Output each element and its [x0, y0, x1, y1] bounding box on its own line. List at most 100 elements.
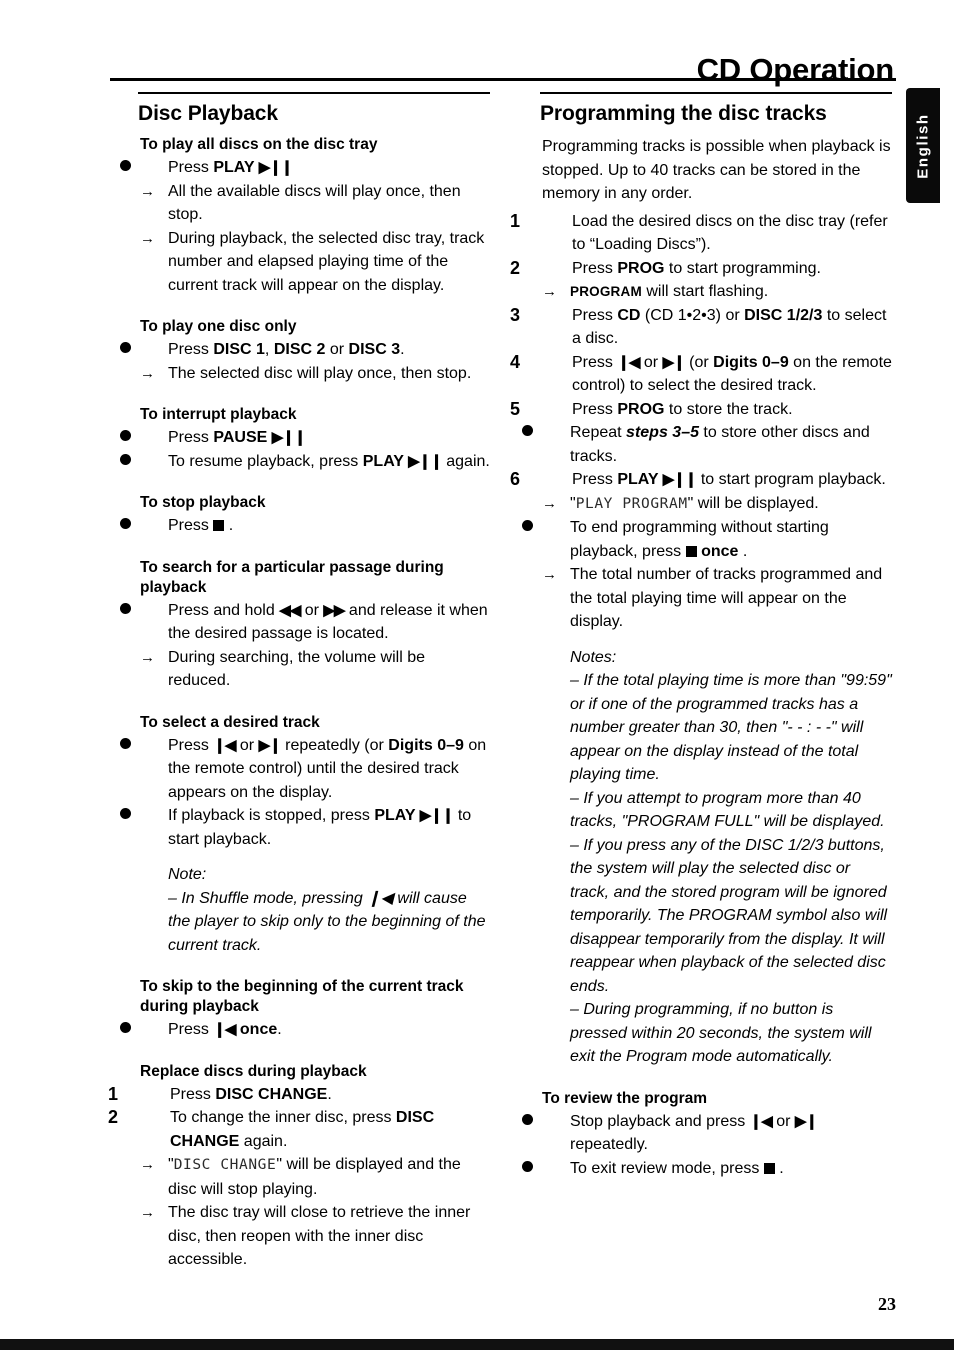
- button-name: PROG: [617, 400, 665, 418]
- bullet-icon: [540, 1157, 564, 1181]
- lcd-display-text: DISC CHANGE: [173, 1157, 277, 1173]
- bullet-icon: [138, 338, 162, 362]
- numbered-step: 2 Press PROG to start programming.: [510, 257, 892, 281]
- note-item: – If you attempt to program more than 40…: [570, 789, 885, 831]
- transport-icon: ▶❙❙: [662, 471, 698, 488]
- result-line: → The disc tray will close to retrieve th…: [138, 1201, 490, 1272]
- right-column-divider: [540, 92, 892, 94]
- program-indicator-label: PROGRAM: [570, 284, 642, 299]
- step-number: 2: [108, 1107, 119, 1127]
- bullet-step: Repeat steps 3–5 to store other discs an…: [540, 421, 892, 468]
- numbered-step: 1 Press DISC CHANGE.: [108, 1083, 490, 1107]
- button-name: PLAY: [617, 471, 663, 488]
- bullet-step: If playback is stopped, press PLAY ▶❙❙ t…: [138, 804, 490, 851]
- button-name: once: [239, 1021, 278, 1038]
- right-column-intro: Programming tracks is possible when play…: [542, 138, 891, 202]
- arrow-icon: →: [542, 283, 557, 300]
- transport-icon: ❙◀: [749, 1112, 773, 1130]
- step-number: 6: [510, 469, 521, 489]
- bullet-step: Press ❙◀ or ▶❙ repeatedly (or Digits 0–9…: [138, 734, 490, 805]
- transport-icon: ❙◀: [213, 1021, 236, 1038]
- arrow-icon: →: [140, 1156, 155, 1173]
- result-line: → During searching, the volume will be re…: [138, 646, 490, 693]
- numbered-step: 4 Press ❙◀ or ▶❙ (or Digits 0–9 on the re…: [510, 351, 892, 395]
- block-subheading: To review the program: [542, 1089, 708, 1107]
- numbered-step: 3 Press CD (CD 1•2•3) or DISC 1/2/3 to se…: [510, 304, 887, 348]
- bullet-step: Press .: [138, 514, 490, 538]
- bullet-step: Press and hold ◀◀ or ▶▶ and release it w…: [138, 599, 490, 646]
- transport-icon: ▶❙❙: [419, 807, 455, 824]
- bullet-icon: [138, 514, 162, 538]
- arrow-icon: →: [140, 182, 155, 200]
- page-number: 23: [878, 1294, 896, 1314]
- instruction-block: To stop playback Press .: [138, 473, 490, 538]
- page-title: CD Operation: [696, 51, 895, 87]
- button-name: PROG: [617, 259, 665, 277]
- bullet-step: Press PAUSE ▶❙❙: [138, 426, 490, 450]
- notes-heading: Notes:: [570, 648, 617, 666]
- button-name: Digits 0–9: [713, 353, 789, 371]
- result-line: → "DISC CHANGE" will be displayed and the…: [138, 1153, 490, 1201]
- bullet-icon: [138, 156, 162, 180]
- transport-icon: ❙◀: [617, 353, 640, 371]
- right-column-heading: Programming the disc tracks: [540, 102, 827, 125]
- footer-bar: [0, 1339, 954, 1350]
- note-item: – If the total playing time is more than…: [570, 672, 892, 783]
- numbered-step: 1 Load the desired discs on the disc tray…: [510, 210, 888, 254]
- arrow-icon: →: [140, 1204, 155, 1221]
- transport-icon: ◀◀: [279, 601, 301, 619]
- bullet-step: Press ❙◀ once.: [138, 1018, 490, 1042]
- title-divider: [110, 78, 896, 81]
- block-subheading: To interrupt playback: [140, 406, 297, 423]
- result-line: → The total number of tracks programmed a…: [540, 563, 892, 634]
- manual-page: CD Operation English Disc Playback To pl…: [0, 0, 954, 1353]
- step-number: 1: [108, 1083, 119, 1104]
- note-item: – In Shuffle mode, pressing ❙◀ will caus…: [168, 889, 486, 954]
- transport-icon: ▶❙: [662, 353, 686, 371]
- bullet-step: To resume playback, press PLAY ▶❙❙ again…: [138, 450, 490, 474]
- language-tab: English: [906, 88, 940, 203]
- emphasis-text: steps 3–5: [626, 424, 699, 441]
- block-subheading: To search for a particular passage durin…: [140, 558, 444, 596]
- right-column-body: 1 Load the desired discs on the disc tray…: [510, 210, 892, 1181]
- button-name: PLAY: [362, 452, 409, 470]
- arrow-icon: →: [542, 566, 557, 583]
- button-name: PLAY: [374, 807, 420, 824]
- stop-icon: [213, 520, 225, 531]
- transport-icon: ▶❙: [258, 736, 282, 754]
- numbered-step: 6 Press PLAY ▶❙❙ to start program playbac…: [510, 468, 892, 492]
- step-number: 4: [510, 351, 521, 372]
- bullet-icon: [540, 516, 564, 540]
- bullet-step: Stop playback and press ❙◀ or ▶❙ repeate…: [540, 1110, 892, 1157]
- note-spacer: [540, 634, 892, 646]
- button-name: once: [701, 542, 739, 560]
- instruction-block: To review the program Stop playback and p…: [540, 1069, 892, 1181]
- bullet-icon: [540, 1110, 564, 1134]
- note-spacer: [138, 851, 490, 863]
- result-line: → During playback, the selected disc tray…: [138, 227, 490, 298]
- button-name: DISC CHANGE: [170, 1109, 435, 1150]
- instruction-block: To select a desired track Press ❙◀ or ▶❙ …: [138, 693, 490, 958]
- stop-icon: [763, 1162, 775, 1174]
- bullet-step: To exit review mode, press .: [540, 1157, 892, 1181]
- bullet-icon: [540, 421, 564, 445]
- left-column-heading: Disc Playback: [138, 102, 278, 125]
- block-subheading: Replace discs during playback: [140, 1062, 367, 1080]
- result-line: → All the available discs will play once,…: [138, 180, 490, 227]
- button-name: DISC 1/2/3: [744, 306, 823, 324]
- result-line: → PROGRAM will start flashing.: [540, 280, 892, 304]
- numbered-step: 5 Press PROG to store the track.: [510, 398, 892, 422]
- instruction-block: To skip to the beginning of the current …: [138, 957, 490, 1042]
- result-line: → "PLAY PROGRAM" will be displayed.: [540, 492, 892, 517]
- left-column: Disc Playback To play all discs on the d…: [108, 92, 490, 1272]
- step-number: 3: [510, 304, 521, 325]
- instruction-block: Replace discs during playback 1 Press DISC…: [108, 1042, 490, 1272]
- block-subheading: To skip to the beginning of the current …: [140, 978, 464, 1015]
- arrow-icon: →: [140, 229, 155, 247]
- transport-icon: ❙◀: [213, 736, 236, 754]
